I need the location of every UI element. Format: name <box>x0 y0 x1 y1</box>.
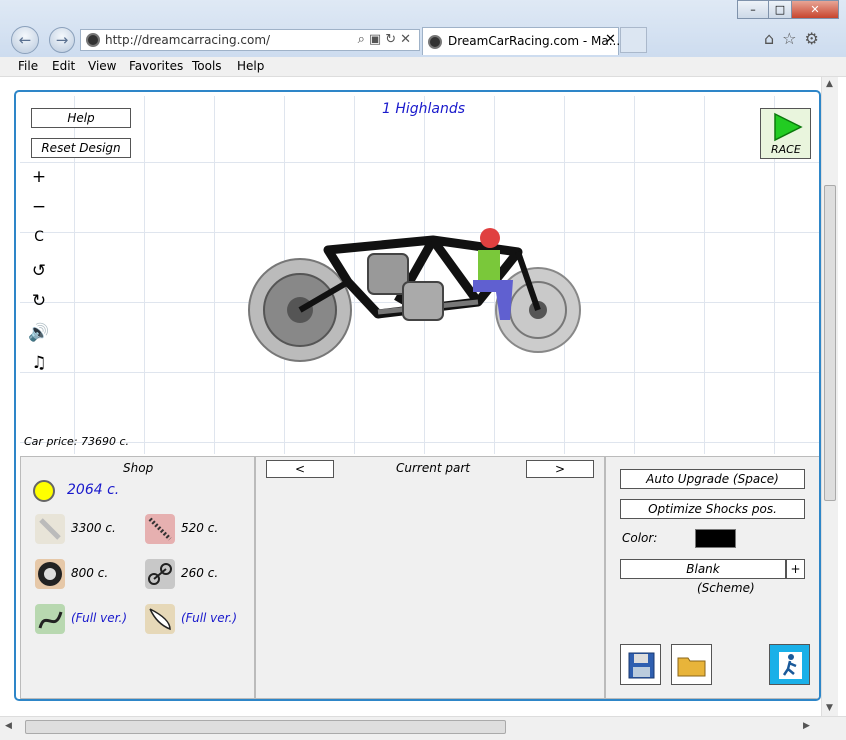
recenter-icon[interactable]: C <box>28 226 50 248</box>
music-icon[interactable]: ♫ <box>28 352 50 374</box>
scroll-up-icon[interactable]: ▲ <box>826 79 833 89</box>
shop-price-engine: (Full ver.) <box>71 611 127 625</box>
browser-chrome: – □ ✕ ← → http://dreamcarracing.com/ ⌕▣↻… <box>0 0 846 57</box>
scheme-select[interactable]: Blank <box>620 559 786 579</box>
next-part-button[interactable]: > <box>526 460 594 478</box>
shop-price-frame: 3300 c. <box>71 521 116 535</box>
settings-gear-icon[interactable]: ⚙ <box>805 29 827 48</box>
new-tab-button[interactable] <box>620 27 647 53</box>
site-favicon-icon <box>86 33 100 47</box>
refresh-icon[interactable]: ↻ <box>385 32 400 47</box>
add-scheme-button[interactable]: + <box>786 559 805 579</box>
menu-edit[interactable]: Edit <box>52 59 75 73</box>
favorites-star-icon[interactable]: ☆ <box>782 29 804 48</box>
color-swatch[interactable] <box>695 529 736 548</box>
prev-part-button[interactable]: < <box>266 460 334 478</box>
shock-spring-icon[interactable] <box>145 514 175 544</box>
car-price: Car price: 73690 c. <box>24 435 130 448</box>
horizontal-scroll-thumb[interactable] <box>25 720 506 734</box>
race-label: RACE <box>771 143 801 156</box>
race-button[interactable]: RACE <box>760 108 811 159</box>
optimize-shocks-button[interactable]: Optimize Shocks pos. <box>620 499 805 519</box>
wheel-icon[interactable] <box>35 559 65 589</box>
exit-button[interactable] <box>769 644 810 685</box>
reset-design-button[interactable]: Reset Design <box>31 138 131 158</box>
menu-view[interactable]: View <box>88 59 116 73</box>
address-actions[interactable]: ⌕▣↻✕ <box>358 32 415 47</box>
back-button[interactable]: ← <box>11 26 39 54</box>
folder-icon <box>677 657 706 677</box>
vehicle-design[interactable] <box>248 222 588 372</box>
compat-view-icon[interactable]: ▣ <box>369 32 385 47</box>
minimize-button[interactable]: – <box>737 0 769 19</box>
forward-button[interactable]: → <box>49 27 75 53</box>
open-button[interactable] <box>671 644 712 685</box>
balance: 2064 c. <box>67 482 120 498</box>
home-icon[interactable]: ⌂ <box>764 29 782 48</box>
horizontal-scrollbar[interactable]: ◀ ▶ <box>0 716 846 740</box>
menu-help[interactable]: Help <box>237 59 264 73</box>
vertical-scroll-thumb[interactable] <box>824 185 836 501</box>
sound-icon[interactable]: 🔊 <box>28 322 50 344</box>
menu-favorites[interactable]: Favorites <box>129 59 183 73</box>
shop-price-shock: 520 c. <box>181 521 219 535</box>
scroll-left-icon[interactable]: ◀ <box>5 721 12 731</box>
rotate-ccw-icon[interactable]: ↺ <box>28 260 50 282</box>
stop-icon[interactable]: ✕ <box>400 32 415 47</box>
save-button[interactable] <box>620 644 661 685</box>
zoom-in-icon[interactable]: + <box>28 166 50 188</box>
shop-title: Shop <box>123 461 154 475</box>
tab-favicon-icon <box>428 35 442 49</box>
menu-bar: File Edit View Favorites Tools Help <box>0 57 846 77</box>
help-button[interactable]: Help <box>31 108 131 128</box>
shop-price-wheel: 800 c. <box>71 566 109 580</box>
scheme-caption: (Scheme) <box>697 581 755 595</box>
address-bar[interactable]: http://dreamcarracing.com/ ⌕▣↻✕ <box>80 29 420 51</box>
game-frame: Help Reset Design 1 Highlands RACE + − C… <box>14 90 821 701</box>
coin-icon <box>33 480 55 502</box>
shop-price-wing: (Full ver.) <box>181 611 237 625</box>
vertical-scrollbar[interactable]: ▲ ▼ <box>821 77 838 716</box>
track-name: 1 Highlands <box>382 101 466 117</box>
zoom-out-icon[interactable]: − <box>28 196 50 218</box>
tab-dreamcarracing[interactable]: DreamCarRacing.com - Ma... ✕ <box>422 27 621 55</box>
maximize-button[interactable]: □ <box>768 0 792 19</box>
shop-panel: Shop 2064 c. 3300 c. 520 c. 800 c. 260 c… <box>20 456 255 699</box>
current-part-panel: < Current part > <box>255 456 605 699</box>
frame-beam-icon[interactable] <box>35 514 65 544</box>
tab-title: DreamCarRacing.com - Ma... <box>448 34 621 48</box>
wing-icon[interactable] <box>145 604 175 634</box>
scroll-right-icon[interactable]: ▶ <box>803 721 810 731</box>
current-part-title: Current part <box>396 461 470 475</box>
design-canvas[interactable]: Help Reset Design 1 Highlands RACE + − C… <box>20 96 819 454</box>
tools-panel: Auto Upgrade (Space) Optimize Shocks pos… <box>605 456 819 699</box>
exit-door-icon <box>779 652 802 679</box>
back-arrow-icon: ← <box>18 31 32 49</box>
menu-file[interactable]: File <box>18 59 38 73</box>
tab-close-icon[interactable]: ✕ <box>605 32 616 47</box>
auto-upgrade-button[interactable]: Auto Upgrade (Space) <box>620 469 805 489</box>
search-icon[interactable]: ⌕ <box>358 32 369 47</box>
engine-icon[interactable] <box>35 604 65 634</box>
chain-drive-icon[interactable] <box>145 559 175 589</box>
shop-price-chain: 260 c. <box>181 566 219 580</box>
rotate-cw-icon[interactable]: ↻ <box>28 290 50 312</box>
floppy-disk-icon <box>628 652 655 679</box>
address-url: http://dreamcarracing.com/ <box>105 33 271 47</box>
close-window-button[interactable]: ✕ <box>791 0 839 19</box>
color-label: Color: <box>622 531 658 545</box>
menu-tools[interactable]: Tools <box>192 59 222 73</box>
forward-arrow-icon: → <box>55 31 69 49</box>
scroll-down-icon[interactable]: ▼ <box>826 703 833 713</box>
